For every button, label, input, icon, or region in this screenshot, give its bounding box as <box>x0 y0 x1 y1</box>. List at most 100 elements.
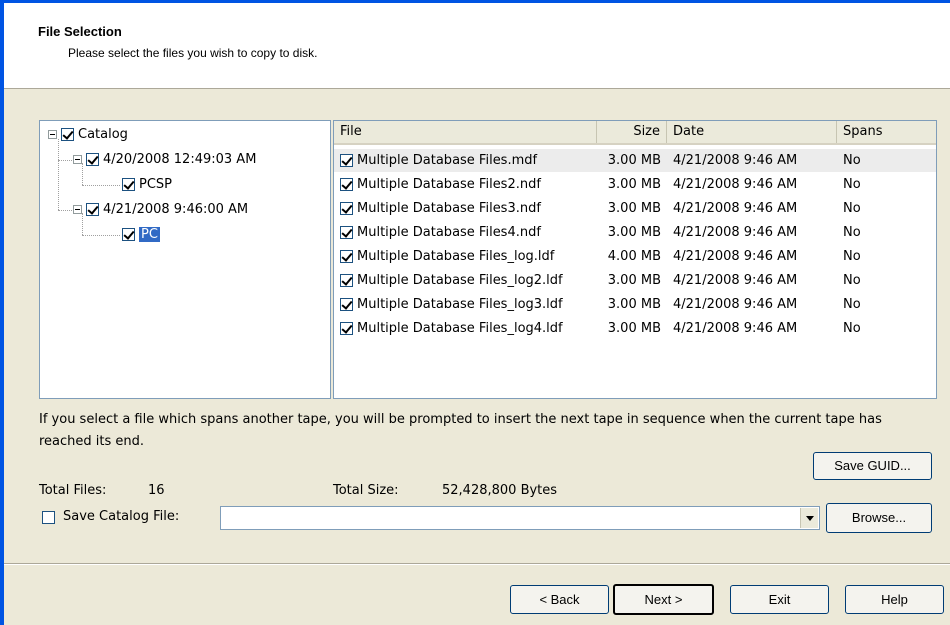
dropdown-arrow-icon[interactable] <box>800 508 818 528</box>
total-files-value: 16 <box>148 483 165 498</box>
tree-node-pc[interactable]: PC <box>122 224 160 244</box>
pc-checkbox[interactable] <box>122 227 135 241</box>
file-row[interactable]: Multiple Database Files4.ndf 3.00 MB 4/2… <box>334 221 936 244</box>
page-title: File Selection <box>38 24 122 39</box>
file-row[interactable]: Multiple Database Files3.ndf 3.00 MB 4/2… <box>334 197 936 220</box>
column-header-date[interactable]: Date <box>667 121 837 143</box>
pcsp-checkbox[interactable] <box>122 177 135 191</box>
catalog-tree[interactable]: Catalog 4/20/2008 12:49:03 AM PCSP 4/21/… <box>39 120 331 399</box>
save-catalog-label: Save Catalog File: <box>63 509 180 524</box>
file-cell: Multiple Database Files4.ndf <box>334 225 597 240</box>
file-size: 3.00 MB <box>607 201 661 216</box>
tree-node-set-2[interactable]: 4/21/2008 9:46:00 AM <box>73 199 248 219</box>
file-cell: Multiple Database Files_log2.ldf <box>334 273 597 288</box>
file-spans: No <box>843 201 861 216</box>
file-name: Multiple Database Files3.ndf <box>357 201 541 216</box>
browse-button[interactable]: Browse... <box>826 503 932 533</box>
exit-button[interactable]: Exit <box>730 585 829 614</box>
file-list[interactable]: File Size Date Spans Multiple Database F… <box>333 120 937 399</box>
file-checkbox[interactable] <box>340 250 353 263</box>
file-list-header: File Size Date Spans <box>334 121 936 145</box>
file-checkbox[interactable] <box>340 154 353 167</box>
file-spans: No <box>843 249 861 264</box>
total-size-value: 52,428,800 Bytes <box>442 483 558 498</box>
file-cell: Multiple Database Files2.ndf <box>334 177 597 192</box>
file-date: 4/21/2008 9:46 AM <box>673 177 798 192</box>
next-button[interactable]: Next > <box>613 584 714 615</box>
back-button[interactable]: < Back <box>510 585 609 614</box>
column-header-file[interactable]: File <box>334 121 597 143</box>
file-date: 4/21/2008 9:46 AM <box>673 153 798 168</box>
file-size: 3.00 MB <box>607 297 661 312</box>
file-name: Multiple Database Files_log.ldf <box>357 249 555 264</box>
file-checkbox[interactable] <box>340 322 353 335</box>
help-button[interactable]: Help <box>845 585 944 614</box>
collapse-icon[interactable] <box>73 154 82 164</box>
tree-label-pcsp: PCSP <box>139 176 173 192</box>
collapse-icon[interactable] <box>73 204 82 214</box>
file-spans: No <box>843 321 861 336</box>
file-date: 4/21/2008 9:46 AM <box>673 297 798 312</box>
column-header-size[interactable]: Size <box>597 121 667 143</box>
tree-line <box>58 210 72 211</box>
file-spans: No <box>843 153 861 168</box>
file-row[interactable]: Multiple Database Files.mdf 3.00 MB 4/21… <box>334 149 936 172</box>
file-spans: No <box>843 273 861 288</box>
file-checkbox[interactable] <box>340 202 353 215</box>
file-checkbox[interactable] <box>340 226 353 239</box>
file-spans: No <box>843 225 861 240</box>
file-row[interactable]: Multiple Database Files_log2.ldf 3.00 MB… <box>334 269 936 292</box>
set-2-checkbox[interactable] <box>86 202 99 216</box>
tree-line <box>58 139 59 210</box>
file-checkbox[interactable] <box>340 298 353 311</box>
file-name: Multiple Database Files4.ndf <box>357 225 541 240</box>
collapse-icon[interactable] <box>48 129 57 139</box>
tree-label-set-1: 4/20/2008 12:49:03 AM <box>103 151 257 167</box>
file-checkbox[interactable] <box>340 274 353 287</box>
file-checkbox[interactable] <box>340 178 353 191</box>
column-header-spans[interactable]: Spans <box>837 121 936 143</box>
file-row[interactable]: Multiple Database Files2.ndf 3.00 MB 4/2… <box>334 173 936 196</box>
total-size-label: Total Size: <box>333 483 399 498</box>
file-date: 4/21/2008 9:46 AM <box>673 321 798 336</box>
tree-line <box>58 160 72 161</box>
file-name: Multiple Database Files_log3.ldf <box>357 297 563 312</box>
file-size: 3.00 MB <box>607 153 661 168</box>
file-name: Multiple Database Files.mdf <box>357 153 538 168</box>
catalog-file-combobox[interactable] <box>220 506 820 530</box>
tree-node-set-1[interactable]: 4/20/2008 12:49:03 AM <box>73 149 256 169</box>
file-row[interactable]: Multiple Database Files_log3.ldf 3.00 MB… <box>334 293 936 316</box>
file-spans: No <box>843 177 861 192</box>
file-date: 4/21/2008 9:46 AM <box>673 225 798 240</box>
save-guid-button[interactable]: Save GUID... <box>813 452 932 480</box>
file-size: 3.00 MB <box>607 177 661 192</box>
tree-label-set-2: 4/21/2008 9:46:00 AM <box>103 201 249 217</box>
set-1-checkbox[interactable] <box>86 152 99 166</box>
tree-line <box>82 185 120 186</box>
total-files-label: Total Files: <box>39 483 107 498</box>
file-row[interactable]: Multiple Database Files_log4.ldf 3.00 MB… <box>334 317 936 340</box>
file-cell: Multiple Database Files_log3.ldf <box>334 297 597 312</box>
catalog-checkbox[interactable] <box>61 127 74 141</box>
file-date: 4/21/2008 9:46 AM <box>673 249 798 264</box>
file-row[interactable]: Multiple Database Files_log.ldf 4.00 MB … <box>334 245 936 268</box>
tree-node-pcsp[interactable]: PCSP <box>122 174 172 194</box>
tree-label-catalog: Catalog <box>78 126 128 142</box>
file-name: Multiple Database Files_log2.ldf <box>357 273 563 288</box>
file-size: 3.00 MB <box>607 225 661 240</box>
tree-node-catalog[interactable]: Catalog <box>48 124 128 144</box>
window-frame-left <box>0 0 4 625</box>
file-date: 4/21/2008 9:46 AM <box>673 273 798 288</box>
file-spans: No <box>843 297 861 312</box>
page-subtitle: Please select the files you wish to copy… <box>68 46 318 60</box>
file-date: 4/21/2008 9:46 AM <box>673 201 798 216</box>
file-name: Multiple Database Files_log4.ldf <box>357 321 563 336</box>
file-cell: Multiple Database Files3.ndf <box>334 201 597 216</box>
save-catalog-checkbox[interactable] <box>42 511 55 524</box>
tape-span-info: If you select a file which spans another… <box>39 412 882 449</box>
file-cell: Multiple Database Files_log.ldf <box>334 249 597 264</box>
file-cell: Multiple Database Files_log4.ldf <box>334 321 597 336</box>
wizard-header: File Selection Please select the files y… <box>4 3 950 89</box>
tree-label-pc: PC <box>139 226 160 242</box>
file-size: 3.00 MB <box>607 273 661 288</box>
